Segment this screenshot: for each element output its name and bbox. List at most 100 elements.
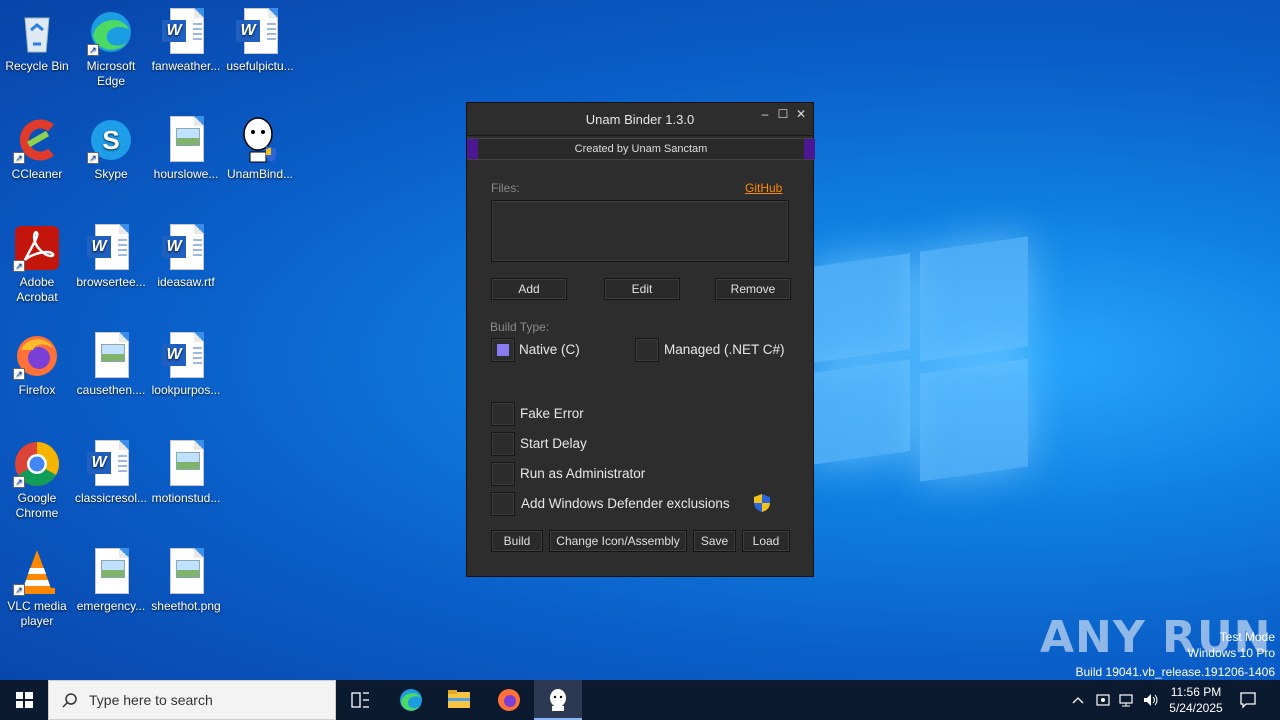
desktop-icon-label: causethen....	[76, 383, 146, 397]
taskbar-search-box[interactable]: Type here to search	[48, 680, 336, 720]
desktop-icon-6[interactable]: hourslowe...	[149, 116, 223, 182]
desktop-icon-5[interactable]: S ↗ Skype	[74, 116, 148, 182]
build-type-label: Build Type:	[490, 320, 550, 334]
volume-icon[interactable]	[1142, 692, 1160, 708]
defender-exclusions-checkbox[interactable]	[491, 492, 515, 516]
desktop-icon-label: ideasaw.rtf	[157, 275, 215, 289]
clock-time: 11:56 PM	[1170, 685, 1222, 699]
desktop-icon-19[interactable]: sheethot.png	[149, 548, 223, 614]
tray-overflow-chevron-icon[interactable]	[1070, 692, 1086, 708]
desktop-icon-label: usefulpictu...	[226, 59, 294, 73]
image-file-icon	[87, 332, 135, 380]
clock-date: 5/24/2025	[1169, 701, 1223, 715]
image-file-icon	[87, 548, 135, 596]
desktop-icon-label: classicresol...	[74, 491, 148, 505]
desktop-icon-label: CCleaner	[11, 167, 63, 181]
desktop-icon-label: UnamBind...	[226, 167, 294, 181]
run-as-admin-checkbox[interactable]	[491, 462, 515, 486]
native-c-checkbox[interactable]	[491, 338, 515, 362]
desktop-icon-1[interactable]: ↗ Microsoft Edge	[74, 8, 148, 89]
windows-start-icon	[16, 692, 33, 708]
build-button[interactable]: Build	[491, 530, 543, 552]
files-listbox[interactable]	[491, 200, 789, 262]
word-doc-icon: W	[87, 440, 135, 488]
desktop-icon-13[interactable]: Wlookpurpos...	[149, 332, 223, 398]
desktop-icon-9[interactable]: Wbrowsertee...	[74, 224, 148, 290]
build-number-text: Build 19041.vb_release.191206-1406	[1075, 665, 1276, 679]
run-as-admin-label: Run as Administrator	[520, 466, 646, 481]
desktop-icon-label: hourslowe...	[153, 167, 219, 181]
edge-icon	[400, 689, 422, 711]
desktop-icon-12[interactable]: causethen....	[74, 332, 148, 398]
desktop-icon-16[interactable]: motionstud...	[149, 440, 223, 506]
task-view-button[interactable]	[336, 680, 384, 720]
desktop-icon-label: Microsoft Edge	[86, 59, 136, 88]
fake-error-label: Fake Error	[520, 406, 584, 421]
taskbar-edge[interactable]	[387, 680, 435, 720]
accent-strip-left	[467, 139, 478, 159]
image-file-icon	[162, 116, 210, 164]
desktop-icon-17[interactable]: ↗ VLC media player	[0, 548, 74, 629]
fake-error-checkbox[interactable]	[491, 402, 515, 426]
github-link[interactable]: GitHub	[745, 181, 782, 195]
shortcut-arrow-icon: ↗	[13, 152, 25, 164]
notification-center-icon[interactable]	[1238, 690, 1258, 710]
remove-button[interactable]: Remove	[715, 278, 791, 300]
chrome-icon: ↗	[13, 440, 61, 488]
unam-binder-window: Unam Binder 1.3.0 – ☐ ✕ Created by Unam …	[466, 102, 815, 577]
maximize-button[interactable]: ☐	[777, 103, 789, 125]
desktop-icon-3[interactable]: Wusefulpictu...	[223, 8, 297, 74]
network-icon[interactable]	[1118, 692, 1136, 708]
desktop-icon-label: motionstud...	[151, 491, 221, 505]
desktop-icon-label: Firefox	[18, 383, 56, 397]
image-file-icon	[162, 548, 210, 596]
start-button[interactable]	[0, 680, 48, 720]
desktop-icon-15[interactable]: Wclassicresol...	[74, 440, 148, 506]
word-doc-icon: W	[162, 8, 210, 56]
search-placeholder: Type here to search	[89, 692, 213, 708]
windows-edition-text: Windows 10 Pro	[1187, 646, 1275, 660]
unam-binder-icon	[236, 116, 284, 164]
close-button[interactable]: ✕	[795, 103, 807, 125]
desktop-icon-14[interactable]: ↗ Google Chrome	[0, 440, 74, 521]
desktop-icon-18[interactable]: emergency...	[74, 548, 148, 614]
window-titlebar[interactable]: Unam Binder 1.3.0 – ☐ ✕	[467, 103, 813, 136]
save-button[interactable]: Save	[693, 530, 736, 552]
task-view-icon	[351, 692, 369, 708]
desktop-icon-2[interactable]: Wfanweather...	[149, 8, 223, 74]
meet-now-icon[interactable]	[1095, 692, 1111, 708]
unam-binder-icon	[550, 689, 566, 711]
load-button[interactable]: Load	[742, 530, 790, 552]
vlc-icon: ↗	[13, 548, 61, 596]
word-doc-icon: W	[162, 332, 210, 380]
edit-button[interactable]: Edit	[604, 278, 680, 300]
ccleaner-icon: ↗	[13, 116, 61, 164]
desktop-icon-11[interactable]: ↗ Firefox	[0, 332, 74, 398]
files-label: Files:	[491, 181, 520, 195]
window-title: Unam Binder 1.3.0	[585, 112, 695, 127]
taskbar-file-explorer[interactable]	[435, 680, 483, 720]
minimize-button[interactable]: –	[759, 103, 771, 125]
managed-net-checkbox[interactable]	[635, 338, 659, 362]
shortcut-arrow-icon: ↗	[87, 152, 99, 164]
add-button[interactable]: Add	[491, 278, 567, 300]
desktop-icon-10[interactable]: Wideasaw.rtf	[149, 224, 223, 290]
desktop-icon-4[interactable]: ↗ CCleaner	[0, 116, 74, 182]
desktop-icon-label: browsertee...	[76, 275, 146, 289]
desktop-icon-label: Adobe Acrobat	[16, 275, 58, 304]
managed-net-label: Managed (.NET C#)	[664, 342, 785, 357]
accent-strip-right	[804, 139, 815, 159]
change-icon-assembly-button[interactable]: Change Icon/Assembly	[549, 530, 687, 552]
start-delay-checkbox[interactable]	[491, 432, 515, 456]
taskbar-unam-binder[interactable]	[534, 680, 582, 720]
wallpaper-windows-logo	[790, 236, 1040, 482]
desktop-icon-7[interactable]: UnamBind...	[223, 116, 297, 182]
desktop-icon-8[interactable]: ↗ Adobe Acrobat	[0, 224, 74, 305]
taskbar-clock[interactable]: 11:56 PM 5/24/2025	[1160, 684, 1232, 716]
desktop-icon-0[interactable]: Recycle Bin	[0, 8, 74, 74]
desktop-icon-label: fanweather...	[151, 59, 221, 73]
desktop-icon-label: Skype	[94, 167, 128, 181]
taskbar-firefox[interactable]	[485, 680, 533, 720]
svg-text:S: S	[102, 125, 119, 155]
shortcut-arrow-icon: ↗	[13, 584, 25, 596]
